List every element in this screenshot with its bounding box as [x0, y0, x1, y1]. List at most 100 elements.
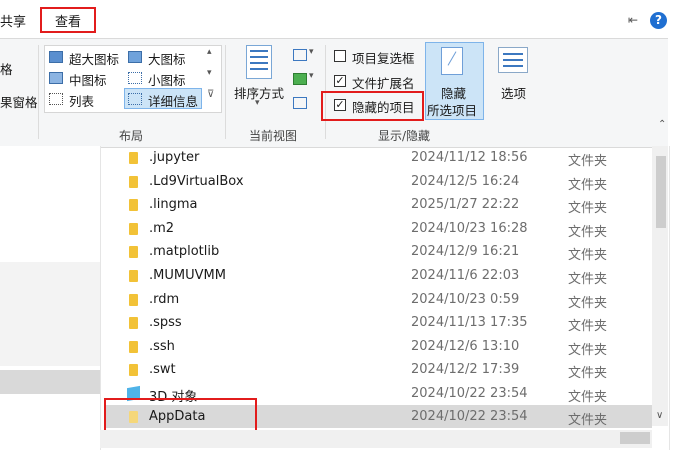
- file-type: 文件夹: [568, 390, 608, 405]
- file-name: .jupyter: [149, 150, 200, 165]
- file-name: .matplotlib: [149, 244, 220, 259]
- file-row[interactable]: .ssh 2024/12/6 13:10 文件夹: [104, 335, 652, 358]
- file-date: 2024/12/6 13:10: [411, 339, 520, 354]
- size-columns-icon[interactable]: [293, 97, 307, 109]
- file-row[interactable]: .swt 2024/12/2 17:39 文件夹: [104, 358, 652, 381]
- nav-region: [0, 262, 100, 366]
- help-icon[interactable]: ?: [650, 12, 667, 29]
- file-type: 文件夹: [568, 343, 608, 358]
- medium-icons-icon: [49, 72, 63, 84]
- file-date: 2024/12/2 17:39: [411, 362, 520, 377]
- file-name: .Ld9VirtualBox: [149, 174, 244, 189]
- separator: [225, 45, 226, 139]
- folder-icon: [129, 152, 138, 164]
- right-pane-edge: [669, 146, 680, 450]
- file-type: 文件夹: [568, 225, 608, 240]
- file-date: 2024/11/12 18:56: [411, 150, 528, 165]
- tab-view-highlight: [40, 7, 96, 33]
- options-button[interactable]: 选项: [501, 83, 526, 102]
- show-hide-group-label: 显示/隐藏: [378, 129, 431, 143]
- folder-icon: [129, 246, 138, 258]
- file-type: 文件夹: [568, 248, 608, 263]
- navigation-pane[interactable]: [0, 146, 101, 450]
- pin-icon[interactable]: ⇤: [628, 13, 638, 27]
- file-name: .MUMUVMM: [149, 268, 226, 283]
- folder-icon: [129, 270, 138, 282]
- layout-large-icons[interactable]: 大图标: [148, 49, 186, 68]
- file-row[interactable]: .rdm 2024/10/23 0:59 文件夹: [104, 288, 652, 311]
- large-icons-icon: [128, 51, 142, 63]
- details-icon: [128, 93, 142, 105]
- file-type: 文件夹: [568, 272, 608, 287]
- horizontal-scrollbar-thumb[interactable]: [620, 432, 650, 444]
- list-icon: [49, 93, 63, 105]
- tab-share[interactable]: 共享: [0, 11, 26, 30]
- preview-pane-partial[interactable]: 果窗格: [0, 92, 38, 111]
- add-columns-dropdown-icon[interactable]: ▾: [309, 71, 314, 81]
- file-row[interactable]: .lingma 2025/1/27 22:22 文件夹: [104, 193, 652, 216]
- file-name: .ssh: [149, 339, 175, 354]
- folder-icon: [129, 176, 138, 188]
- hidden-items-highlight: [321, 91, 424, 121]
- extra-large-icons-icon: [49, 51, 63, 63]
- layout-list[interactable]: 列表: [69, 91, 94, 110]
- file-date: 2024/10/22 23:54: [411, 386, 528, 401]
- file-row[interactable]: .spss 2024/11/13 17:35 文件夹: [104, 311, 652, 334]
- file-name: .m2: [149, 221, 175, 236]
- file-row[interactable]: .m2 2024/10/23 16:28 文件夹: [104, 217, 652, 240]
- file-type: 文件夹: [568, 413, 608, 428]
- item-checkboxes-checkbox[interactable]: [334, 50, 346, 62]
- small-icons-icon: [128, 72, 142, 84]
- collapse-ribbon-icon[interactable]: ⌃: [658, 119, 666, 130]
- file-date: 2024/10/22 23:54: [411, 409, 528, 424]
- gallery-more-icon[interactable]: ⊽: [207, 89, 214, 100]
- item-checkboxes-label: 项目复选框: [352, 51, 415, 66]
- file-row[interactable]: .jupyter 2024/11/12 18:56 文件夹: [104, 146, 652, 169]
- gallery-down-icon[interactable]: ▾: [207, 68, 212, 78]
- file-type: 文件夹: [568, 178, 608, 193]
- file-extensions-checkbox[interactable]: ✓: [334, 75, 346, 87]
- scroll-down-arrow-icon[interactable]: ∨: [656, 410, 663, 421]
- file-date: 2024/11/6 22:03: [411, 268, 520, 283]
- folder-icon: [129, 317, 138, 329]
- layout-medium-icons[interactable]: 中图标: [69, 70, 107, 89]
- folder-icon: [129, 341, 138, 353]
- file-date: 2024/10/23 16:28: [411, 221, 528, 236]
- layout-details[interactable]: 详细信息: [148, 91, 198, 110]
- folder-icon: [129, 199, 138, 211]
- hide-selected-icon: [441, 47, 463, 75]
- ribbon-panel: 格 果窗格 超大图标 大图标 ▴ 中图标 小图标 ▾ 列表 详细信息 ⊽ 布局 …: [0, 38, 668, 148]
- file-row[interactable]: .MUMUVMM 2024/11/6 22:03 文件夹: [104, 264, 652, 287]
- file-row[interactable]: .matplotlib 2024/12/9 16:21 文件夹: [104, 240, 652, 263]
- scrollbar-thumb[interactable]: [656, 156, 666, 228]
- ribbon-tab-bar: 共享 查看 ⇤ ?: [0, 0, 680, 38]
- add-columns-icon[interactable]: [293, 73, 307, 85]
- file-date: 2024/10/23 0:59: [411, 292, 520, 307]
- file-name: .lingma: [149, 197, 198, 212]
- folder-icon: [129, 223, 138, 235]
- sort-by-icon: [246, 45, 272, 79]
- file-type: 文件夹: [568, 201, 608, 216]
- file-date: 2024/12/9 16:21: [411, 244, 520, 259]
- layout-small-icons[interactable]: 小图标: [148, 70, 186, 89]
- file-type: 文件夹: [568, 319, 608, 334]
- gallery-up-icon[interactable]: ▴: [207, 47, 212, 57]
- file-type: 文件夹: [568, 366, 608, 381]
- options-icon: [498, 47, 528, 73]
- file-name: .rdm: [149, 292, 180, 307]
- nav-pane-partial[interactable]: 格: [0, 59, 13, 78]
- current-view-group-label: 当前视图: [249, 129, 298, 143]
- horizontal-scrollbar[interactable]: [100, 430, 652, 448]
- file-type: 文件夹: [568, 296, 608, 311]
- file-name: .spss: [149, 315, 182, 330]
- group-by-icon[interactable]: [293, 49, 307, 61]
- group-by-dropdown-icon[interactable]: ▾: [309, 47, 314, 57]
- folder-icon: [129, 364, 138, 376]
- layout-extra-large-icons[interactable]: 超大图标: [69, 49, 119, 68]
- sort-dropdown-icon[interactable]: ▾: [255, 98, 260, 108]
- nav-selected-item[interactable]: [0, 370, 100, 394]
- hide-selected-label-2: 所选项目: [427, 103, 478, 118]
- file-name: .swt: [149, 362, 176, 377]
- file-row[interactable]: .Ld9VirtualBox 2024/12/5 16:24 文件夹: [104, 170, 652, 193]
- file-date: 2024/12/5 16:24: [411, 174, 520, 189]
